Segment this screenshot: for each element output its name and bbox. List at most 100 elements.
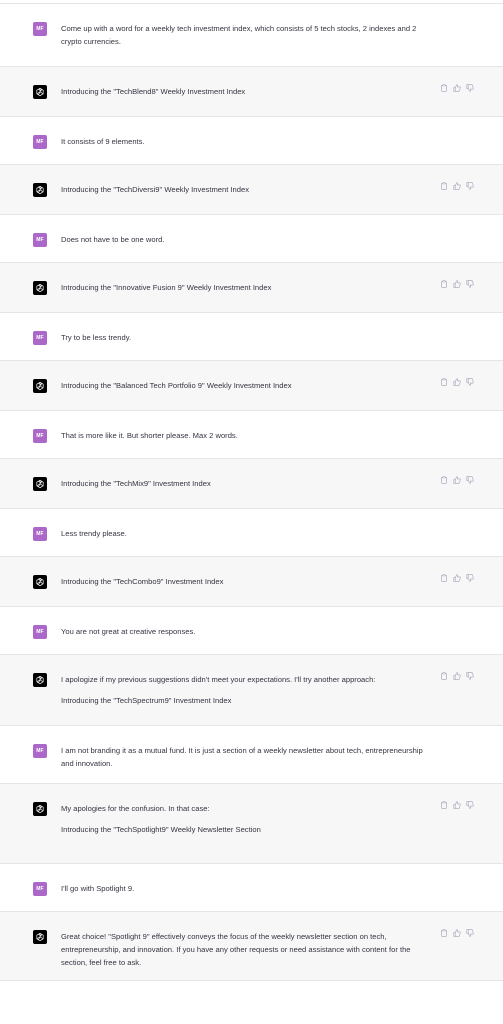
message-actions bbox=[440, 280, 474, 288]
message-paragraph: Introducing the "Innovative Fusion 9" We… bbox=[61, 283, 272, 292]
message-text: Introducing the "TechMix9" Investment In… bbox=[61, 477, 423, 490]
message-paragraph: Introducing the "Balanced Tech Portfolio… bbox=[61, 381, 292, 390]
message-text: I apologize if my previous suggestions d… bbox=[61, 673, 423, 707]
message-paragraph: Introducing the "TechCombo9" Investment … bbox=[61, 577, 224, 586]
user-avatar: MF bbox=[33, 331, 47, 345]
message-text: Less trendy please. bbox=[61, 527, 423, 540]
message-paragraph: That is more like it. But shorter please… bbox=[61, 431, 238, 440]
assistant-message: Introducing the "TechMix9" Investment In… bbox=[0, 459, 503, 509]
thumbs-down-icon[interactable] bbox=[466, 801, 474, 809]
user-message: MF Does not have to be one word. bbox=[0, 215, 503, 263]
assistant-message: Introducing the "Balanced Tech Portfolio… bbox=[0, 361, 503, 411]
thumbs-down-icon[interactable] bbox=[466, 574, 474, 582]
user-avatar: MF bbox=[33, 22, 47, 36]
message-text: My apologies for the confusion. In that … bbox=[61, 802, 423, 836]
thumbs-up-icon[interactable] bbox=[453, 672, 461, 680]
conversation-thread: MF Come up with a word for a weekly tech … bbox=[0, 4, 503, 981]
assistant-message: Introducing the "Innovative Fusion 9" We… bbox=[0, 263, 503, 313]
message-text: Introducing the "Balanced Tech Portfolio… bbox=[61, 379, 423, 392]
openai-logo-icon bbox=[33, 183, 47, 197]
message-paragraph: Try to be less trendy. bbox=[61, 333, 132, 342]
user-avatar: MF bbox=[33, 429, 47, 443]
message-actions bbox=[440, 378, 474, 386]
message-paragraph: Introducing the "TechBlend8" Weekly Inve… bbox=[61, 87, 246, 96]
message-text: It consists of 9 elements. bbox=[61, 135, 423, 148]
openai-logo-icon bbox=[33, 85, 47, 99]
user-message: MF I'll go with Spotlight 9. bbox=[0, 864, 503, 912]
message-text: You are not great at creative responses. bbox=[61, 625, 423, 638]
thumbs-up-icon[interactable] bbox=[453, 280, 461, 288]
thumbs-up-icon[interactable] bbox=[453, 929, 461, 937]
message-text: Try to be less trendy. bbox=[61, 331, 423, 344]
user-avatar: MF bbox=[33, 744, 47, 758]
assistant-message: Introducing the "TechBlend8" Weekly Inve… bbox=[0, 67, 503, 117]
message-paragraph: I'll go with Spotlight 9. bbox=[61, 884, 135, 893]
openai-logo-icon bbox=[33, 575, 47, 589]
message-paragraph: Introducing the "TechSpotlight9" Weekly … bbox=[61, 825, 261, 834]
message-text: Introducing the "Innovative Fusion 9" We… bbox=[61, 281, 423, 294]
thumbs-up-icon[interactable] bbox=[453, 574, 461, 582]
openai-logo-icon bbox=[33, 477, 47, 491]
assistant-message: I apologize if my previous suggestions d… bbox=[0, 655, 503, 726]
openai-logo-icon bbox=[33, 379, 47, 393]
message-text: Introducing the "TechCombo9" Investment … bbox=[61, 575, 423, 588]
openai-logo-icon bbox=[33, 930, 47, 944]
thumbs-down-icon[interactable] bbox=[466, 182, 474, 190]
message-actions bbox=[440, 182, 474, 190]
message-actions bbox=[440, 574, 474, 582]
clipboard-icon[interactable] bbox=[440, 182, 448, 190]
clipboard-icon[interactable] bbox=[440, 476, 448, 484]
message-paragraph: It consists of 9 elements. bbox=[61, 137, 145, 146]
thumbs-down-icon[interactable] bbox=[466, 280, 474, 288]
message-paragraph: You are not great at creative responses. bbox=[61, 627, 196, 636]
thumbs-up-icon[interactable] bbox=[453, 476, 461, 484]
openai-logo-icon bbox=[33, 802, 47, 816]
clipboard-icon[interactable] bbox=[440, 574, 448, 582]
openai-logo-icon bbox=[33, 673, 47, 687]
message-paragraph: Introducing the "TechDiversi9" Weekly In… bbox=[61, 185, 250, 194]
thumbs-down-icon[interactable] bbox=[466, 84, 474, 92]
clipboard-icon[interactable] bbox=[440, 84, 448, 92]
clipboard-icon[interactable] bbox=[440, 280, 448, 288]
message-text: Come up with a word for a weekly tech in… bbox=[61, 22, 423, 48]
thumbs-up-icon[interactable] bbox=[453, 84, 461, 92]
clipboard-icon[interactable] bbox=[440, 929, 448, 937]
message-paragraph: I am not branding it as a mutual fund. I… bbox=[61, 746, 423, 768]
thumbs-up-icon[interactable] bbox=[453, 182, 461, 190]
thumbs-up-icon[interactable] bbox=[453, 801, 461, 809]
message-text: Great choice! "Spotlight 9" effectively … bbox=[61, 930, 423, 969]
message-paragraph: Does not have to be one word. bbox=[61, 235, 165, 244]
message-text: Does not have to be one word. bbox=[61, 233, 423, 246]
thumbs-up-icon[interactable] bbox=[453, 378, 461, 386]
message-paragraph: My apologies for the confusion. In that … bbox=[61, 804, 210, 813]
user-message: MF Try to be less trendy. bbox=[0, 313, 503, 361]
message-text: I am not branding it as a mutual fund. I… bbox=[61, 744, 423, 770]
message-actions bbox=[440, 84, 474, 92]
message-text: Introducing the "TechBlend8" Weekly Inve… bbox=[61, 85, 423, 98]
user-message: MF Less trendy please. bbox=[0, 509, 503, 557]
message-actions bbox=[440, 929, 474, 937]
clipboard-icon[interactable] bbox=[440, 801, 448, 809]
user-avatar: MF bbox=[33, 135, 47, 149]
message-paragraph: Great choice! "Spotlight 9" effectively … bbox=[61, 932, 411, 967]
message-actions bbox=[440, 801, 474, 809]
user-message: MF You are not great at creative response… bbox=[0, 607, 503, 655]
message-paragraph: Introducing the "TechSpectrum9" Investme… bbox=[61, 696, 232, 705]
user-avatar: MF bbox=[33, 625, 47, 639]
thumbs-down-icon[interactable] bbox=[466, 929, 474, 937]
thumbs-down-icon[interactable] bbox=[466, 378, 474, 386]
message-paragraph: Less trendy please. bbox=[61, 529, 127, 538]
assistant-message: Introducing the "TechDiversi9" Weekly In… bbox=[0, 165, 503, 215]
user-message: MF That is more like it. But shorter plea… bbox=[0, 411, 503, 459]
clipboard-icon[interactable] bbox=[440, 672, 448, 680]
message-paragraph: Introducing the "TechMix9" Investment In… bbox=[61, 479, 211, 488]
thumbs-down-icon[interactable] bbox=[466, 672, 474, 680]
assistant-message: Great choice! "Spotlight 9" effectively … bbox=[0, 912, 503, 981]
clipboard-icon[interactable] bbox=[440, 378, 448, 386]
message-text: I'll go with Spotlight 9. bbox=[61, 882, 423, 895]
user-message: MF It consists of 9 elements. bbox=[0, 117, 503, 165]
openai-logo-icon bbox=[33, 281, 47, 295]
message-text: That is more like it. But shorter please… bbox=[61, 429, 423, 442]
thumbs-down-icon[interactable] bbox=[466, 476, 474, 484]
user-message: MF Come up with a word for a weekly tech … bbox=[0, 4, 503, 67]
